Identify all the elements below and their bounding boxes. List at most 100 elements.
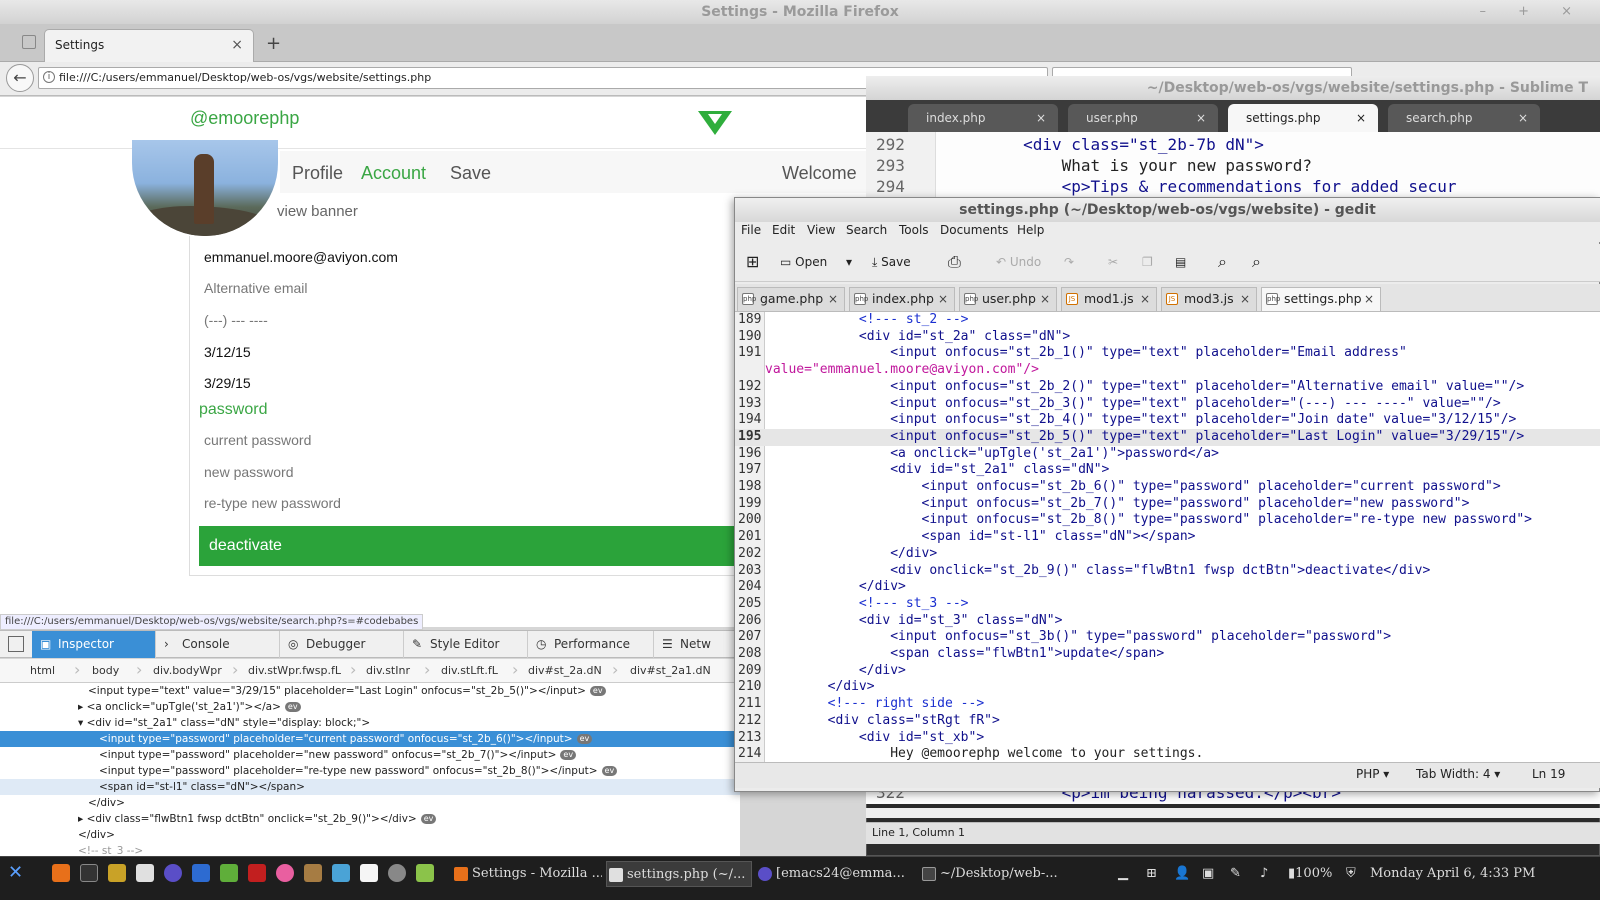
close-tab-icon[interactable]: ×: [1240, 288, 1250, 310]
colorpicker-launcher-icon[interactable]: [276, 864, 294, 882]
workspaces-icon[interactable]: ⊞: [1146, 861, 1157, 887]
alt-email-field[interactable]: Alternative email: [204, 280, 308, 296]
clock[interactable]: Monday April 6, 4:33 PM: [1370, 861, 1535, 887]
tab-width-selector[interactable]: Tab Width: 4 ▾: [1416, 767, 1500, 781]
code-line[interactable]: 203 <div onclick="st_2b_9()" class="flwB…: [735, 563, 1600, 580]
code-line[interactable]: 205 <!--- st_3 -->: [735, 596, 1600, 613]
email-field[interactable]: emmanuel.moore@aviyon.com: [204, 249, 398, 265]
language-selector[interactable]: PHP ▾: [1356, 767, 1389, 781]
task-emacs[interactable]: [emacs24@emma...: [756, 861, 918, 887]
event-badge[interactable]: ev: [420, 814, 437, 824]
close-tab-icon[interactable]: ×: [828, 288, 838, 310]
close-tab-icon[interactable]: ×: [1040, 288, 1050, 310]
dom-node[interactable]: ▸ <div class="flwBtn1 fwsp dctBtn" oncli…: [0, 811, 740, 827]
minimize-all-icon[interactable]: ▁: [1118, 861, 1128, 887]
replace-icon[interactable]: ⌕: [1252, 252, 1261, 272]
menu-tools[interactable]: Tools: [899, 223, 929, 237]
close-tab-icon[interactable]: ×: [1196, 104, 1206, 132]
deactivate-button[interactable]: deactivate: [199, 526, 739, 566]
code-line[interactable]: 189 <!--- st_2 -->: [735, 312, 1600, 329]
site-info-icon[interactable]: i: [43, 71, 55, 83]
close-tab-icon[interactable]: ×: [231, 30, 243, 60]
search-icon[interactable]: ⌕: [1218, 252, 1227, 272]
dom-node[interactable]: ▸ <a onclick="upTgle('st_2a1')"></a> ev: [0, 699, 740, 715]
crumb-st2a1[interactable]: div#st_2a1.dN: [630, 664, 711, 677]
cut-icon[interactable]: ✂: [1108, 252, 1118, 272]
close-tab-icon[interactable]: ×: [1140, 288, 1150, 310]
dom-node[interactable]: <input type="password" placeholder="re-t…: [0, 763, 740, 779]
phone-field[interactable]: (---) --- ----: [204, 312, 268, 328]
crumb-stinr[interactable]: div.stInr: [366, 664, 410, 677]
folder-launcher-icon[interactable]: [220, 864, 238, 882]
code-line[interactable]: 208 <span class="flwBtn1">update</span>: [735, 646, 1600, 663]
gedit-tab-settings[interactable]: php settings.php ×: [1261, 287, 1381, 311]
xfce-menu-icon[interactable]: ✕: [8, 864, 26, 882]
eclipse-launcher-icon[interactable]: [164, 864, 182, 882]
gedit-tab-user[interactable]: php user.php ×: [959, 287, 1057, 311]
event-badge[interactable]: ev: [560, 750, 577, 760]
code-line[interactable]: 214 Hey @emoorephp welcome to your setti…: [735, 746, 1600, 763]
code-line[interactable]: 193 <input onfocus="st_2b_3()" type="tex…: [735, 396, 1600, 413]
close-tab-icon[interactable]: ×: [1036, 104, 1046, 132]
task-firefox[interactable]: Settings - Mozilla ...: [452, 861, 602, 887]
horizontal-scrollbar[interactable]: [866, 808, 1600, 818]
crumb-st2a[interactable]: div#st_2a.dN: [528, 664, 602, 677]
copy-icon[interactable]: ❐: [1142, 252, 1153, 272]
tab-console[interactable]: › Console: [156, 631, 280, 658]
code-line[interactable]: 192 <input onfocus="st_2b_2()" type="tex…: [735, 379, 1600, 396]
code-line-wrap[interactable]: value="emmanuel.moore@aviyon.com"/>: [735, 362, 1600, 379]
view-banner-link[interactable]: view banner: [277, 203, 358, 220]
code-line[interactable]: 207 <input onfocus="st_3b()" type="passw…: [735, 629, 1600, 646]
event-badge[interactable]: ev: [284, 702, 301, 712]
avatar[interactable]: [132, 140, 278, 236]
code-line[interactable]: 196 <a onclick="upTgle('st_2a1')">passwo…: [735, 446, 1600, 463]
event-badge[interactable]: ev: [601, 766, 618, 776]
crumb-stlft[interactable]: div.stLft.fL: [441, 664, 498, 677]
code-line[interactable]: 212 <div class="stRgt fR">: [735, 713, 1600, 730]
tab-groups-icon[interactable]: [22, 35, 36, 49]
code-line[interactable]: 209 </div>: [735, 663, 1600, 680]
code-line[interactable]: 213 <div id="st_xb">: [735, 730, 1600, 747]
dom-node[interactable]: ▾ <div id="st_2a1" class="dN" style="dis…: [0, 715, 740, 731]
dom-node-selected[interactable]: <input type="password" placeholder="curr…: [0, 731, 740, 747]
code-line[interactable]: 210 </div>: [735, 679, 1600, 696]
print-icon[interactable]: ⎙: [948, 252, 961, 272]
settings-launcher-icon[interactable]: [388, 864, 406, 882]
crumb-html[interactable]: html: [30, 664, 55, 677]
retype-password-field[interactable]: re-type new password: [204, 495, 341, 511]
writer-launcher-icon[interactable]: [192, 864, 210, 882]
close-tab-icon[interactable]: ×: [1356, 104, 1366, 132]
tab-network[interactable]: ☰ Netw: [654, 631, 740, 658]
code-line[interactable]: 211 <!--- right side -->: [735, 696, 1600, 713]
task-gedit[interactable]: settings.php (~/...: [606, 861, 752, 887]
tab-performance[interactable]: ◷ Performance: [528, 631, 654, 658]
tab-settings[interactable]: Settings ×: [44, 29, 254, 62]
editor-launcher-icon[interactable]: [136, 864, 154, 882]
image-launcher-icon[interactable]: [332, 864, 350, 882]
menu-view[interactable]: View: [807, 223, 835, 237]
open-button[interactable]: ▭ Open: [780, 252, 827, 272]
crumb-bodywpr[interactable]: div.bodyWpr: [153, 664, 222, 677]
new-password-field[interactable]: new password: [204, 464, 294, 480]
dom-node[interactable]: <input type="password" placeholder="new …: [0, 747, 740, 763]
task-sublime[interactable]: ~/Desktop/web-...: [920, 861, 1070, 887]
save-button[interactable]: ⤓ Save: [872, 252, 911, 272]
user-icon[interactable]: 👤: [1174, 861, 1190, 887]
current-password-field[interactable]: current password: [204, 432, 311, 448]
code-line[interactable]: 194 <input onfocus="st_2b_4()" type="tex…: [735, 412, 1600, 429]
tab-account[interactable]: Account: [361, 163, 426, 184]
close-tab-icon[interactable]: ×: [938, 288, 948, 310]
code-line[interactable]: 206 <div id="st_3" class="dN">: [735, 613, 1600, 630]
gedit-tab-mod1[interactable]: JS mod1.js ×: [1061, 287, 1157, 311]
sublime-tab-user[interactable]: user.php ×: [1068, 104, 1218, 132]
code-line[interactable]: 190 <div id="st_2a" class="dN">: [735, 329, 1600, 346]
close-tab-icon[interactable]: ×: [1364, 288, 1374, 310]
event-badge[interactable]: ev: [576, 734, 593, 744]
code-line[interactable]: 191 <input onfocus="st_2b_1()" type="tex…: [735, 345, 1600, 362]
last-login-field[interactable]: 3/29/15: [204, 375, 251, 391]
new-file-icon[interactable]: ⊞: [746, 252, 759, 272]
document-launcher-icon[interactable]: [360, 864, 378, 882]
join-date-field[interactable]: 3/12/15: [204, 344, 251, 360]
tab-debugger[interactable]: ◎ Debugger: [280, 631, 404, 658]
menu-help[interactable]: Help: [1017, 223, 1044, 237]
